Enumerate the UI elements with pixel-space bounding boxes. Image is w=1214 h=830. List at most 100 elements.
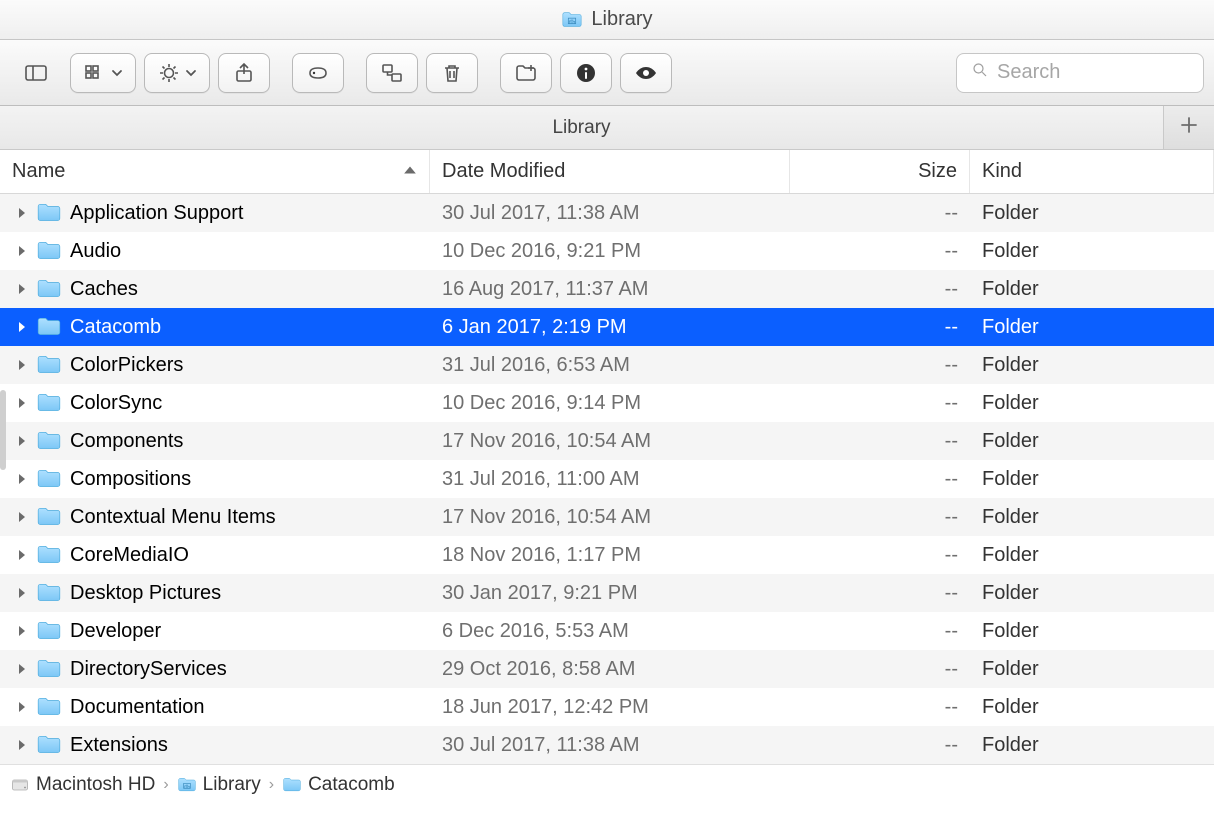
share-button[interactable] [218,53,270,93]
disclosure-triangle-icon[interactable] [16,658,28,681]
file-row[interactable]: Audio10 Dec 2016, 9:21 PM--Folder [0,232,1214,270]
file-size: -- [790,544,970,567]
disclosure-triangle-icon[interactable] [16,506,28,529]
folder-icon [36,580,62,606]
file-name: Caches [70,278,138,301]
sort-ascending-icon [403,160,417,183]
tab-library[interactable]: Library [0,106,1164,149]
file-size: -- [790,430,970,453]
search-field[interactable] [956,53,1204,93]
folder-icon [36,276,62,302]
file-date: 31 Jul 2016, 11:00 AM [430,468,790,491]
column-size[interactable]: Size [790,150,970,193]
file-row[interactable]: Documentation18 Jun 2017, 12:42 PM--Fold… [0,688,1214,726]
file-row[interactable]: ColorPickers31 Jul 2016, 6:53 AM--Folder [0,346,1214,384]
tags-button[interactable] [292,53,344,93]
folder-icon [36,732,62,758]
file-size: -- [790,696,970,719]
file-row[interactable]: Components17 Nov 2016, 10:54 AM--Folder [0,422,1214,460]
file-row[interactable]: CoreMediaIO18 Nov 2016, 1:17 PM--Folder [0,536,1214,574]
folder-icon [36,314,62,340]
window-titlebar: Library [0,0,1214,40]
file-name: Audio [70,240,121,263]
disclosure-triangle-icon[interactable] [16,240,28,263]
folder-icon [36,238,62,264]
disclosure-triangle-icon[interactable] [16,354,28,377]
file-row[interactable]: Contextual Menu Items17 Nov 2016, 10:54 … [0,498,1214,536]
get-info-button[interactable] [560,53,612,93]
breadcrumb-item[interactable]: Library [177,774,261,796]
breadcrumb-separator-icon: › [269,776,274,794]
file-row[interactable]: DirectoryServices29 Oct 2016, 8:58 AM--F… [0,650,1214,688]
file-kind: Folder [970,202,1214,225]
folder-icon [36,390,62,416]
disclosure-triangle-icon[interactable] [16,468,28,491]
file-kind: Folder [970,696,1214,719]
folder-icon [36,656,62,682]
column-date[interactable]: Date Modified [430,150,790,193]
column-kind[interactable]: Kind [970,150,1214,193]
breadcrumb-item[interactable]: Macintosh HD [10,774,155,796]
file-name: Desktop Pictures [70,582,221,605]
new-folder-button[interactable] [500,53,552,93]
folder-icon [36,694,62,720]
view-mode-button[interactable] [70,53,136,93]
file-row[interactable]: Extensions30 Jul 2017, 11:38 AM--Folder [0,726,1214,764]
file-name: Documentation [70,696,205,719]
search-input[interactable] [997,61,1189,84]
file-size: -- [790,202,970,225]
file-row[interactable]: ColorSync10 Dec 2016, 9:14 PM--Folder [0,384,1214,422]
disclosure-triangle-icon[interactable] [16,316,28,339]
file-kind: Folder [970,506,1214,529]
disclosure-triangle-icon[interactable] [16,430,28,453]
connect-button[interactable] [366,53,418,93]
file-row[interactable]: Desktop Pictures30 Jan 2017, 9:21 PM--Fo… [0,574,1214,612]
file-date: 16 Aug 2017, 11:37 AM [430,278,790,301]
file-row[interactable]: Application Support30 Jul 2017, 11:38 AM… [0,194,1214,232]
column-size-label: Size [918,160,957,183]
file-date: 6 Dec 2016, 5:53 AM [430,620,790,643]
file-kind: Folder [970,582,1214,605]
file-row[interactable]: Catacomb 6 Jan 2017, 2:19 PM--Folder [0,308,1214,346]
file-name: Application Support [70,202,243,225]
file-date: 30 Jan 2017, 9:21 PM [430,582,790,605]
action-menu-button[interactable] [144,53,210,93]
file-name: Catacomb [70,316,161,339]
file-row[interactable]: Developer6 Dec 2016, 5:53 AM--Folder [0,612,1214,650]
breadcrumb-label: Catacomb [308,774,395,796]
disclosure-triangle-icon[interactable] [16,696,28,719]
disclosure-triangle-icon[interactable] [16,278,28,301]
column-name[interactable]: Name [0,150,430,193]
breadcrumb-label: Macintosh HD [36,774,155,796]
file-kind: Folder [970,734,1214,757]
toolbar [0,40,1214,106]
disclosure-triangle-icon[interactable] [16,202,28,225]
file-list[interactable]: Application Support30 Jul 2017, 11:38 AM… [0,194,1214,764]
disclosure-triangle-icon[interactable] [16,734,28,757]
new-tab-button[interactable] [1164,106,1214,149]
file-date: 18 Nov 2016, 1:17 PM [430,544,790,567]
title-folder-icon [561,9,583,31]
delete-button[interactable] [426,53,478,93]
sidebar-toggle-button[interactable] [10,53,62,93]
file-size: -- [790,316,970,339]
file-kind: Folder [970,316,1214,339]
folder-icon [36,200,62,226]
quick-look-button[interactable] [620,53,672,93]
disclosure-triangle-icon[interactable] [16,392,28,415]
disclosure-triangle-icon[interactable] [16,620,28,643]
file-kind: Folder [970,620,1214,643]
disclosure-triangle-icon[interactable] [16,582,28,605]
file-size: -- [790,278,970,301]
file-name: Contextual Menu Items [70,506,276,529]
folder-icon [36,352,62,378]
file-row[interactable]: Compositions31 Jul 2016, 11:00 AM--Folde… [0,460,1214,498]
file-row[interactable]: Caches 16 Aug 2017, 11:37 AM--Folder [0,270,1214,308]
file-name: Extensions [70,734,168,757]
file-date: 6 Jan 2017, 2:19 PM [430,316,790,339]
file-kind: Folder [970,240,1214,263]
disclosure-triangle-icon[interactable] [16,544,28,567]
column-name-label: Name [12,160,65,183]
breadcrumb-item[interactable]: Catacomb [282,774,395,796]
file-kind: Folder [970,278,1214,301]
